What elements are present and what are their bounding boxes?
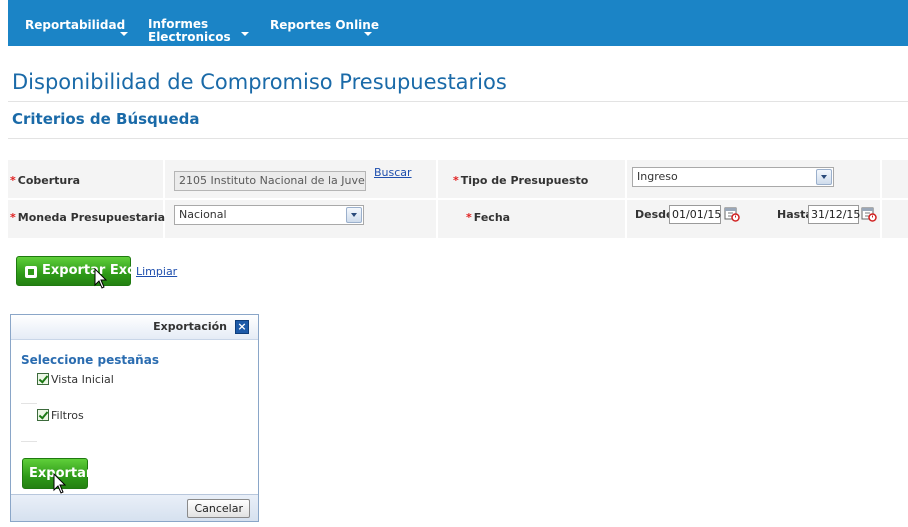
dropdown-arrow-icon[interactable] (346, 207, 362, 223)
title-divider (8, 101, 908, 102)
checkbox-vista-inicial[interactable] (37, 373, 49, 385)
option-filtros[interactable]: Filtros (37, 409, 84, 422)
moneda-select[interactable]: Nacional (174, 205, 364, 225)
desde-date-input[interactable]: 01/01/15 (669, 205, 721, 224)
column-separator (163, 160, 165, 238)
tipo-presupuesto-value: Ingreso (637, 170, 678, 183)
moneda-label: * Moneda Presupuestaria (10, 211, 166, 224)
calendar-icon[interactable] (724, 206, 740, 222)
nav-item-label: Reportes Online (270, 18, 379, 32)
checkbox-filtros[interactable] (37, 409, 49, 421)
column-separator (880, 160, 882, 238)
required-mark: * (466, 211, 472, 224)
top-navigation-bar: Reportabilidad Informes Electronicos Rep… (8, 0, 908, 46)
required-mark: * (10, 211, 16, 224)
column-separator (625, 160, 627, 238)
option-label: Filtros (51, 409, 84, 422)
section-title: Criterios de Búsqueda (12, 110, 200, 128)
limpiar-link[interactable]: Limpiar (136, 265, 177, 278)
export-excel-button[interactable]: Exportar Excel (16, 256, 148, 286)
option-divider (21, 403, 37, 404)
mouse-cursor-icon (94, 268, 108, 289)
page-title: Disponibilidad de Compromiso Presupuesta… (12, 70, 507, 94)
cancel-button[interactable]: Cancelar (187, 499, 250, 518)
close-icon[interactable]: × (235, 320, 249, 334)
required-mark: * (10, 174, 16, 187)
calendar-icon[interactable] (861, 206, 877, 222)
dialog-footer: Cancelar (11, 494, 258, 521)
required-mark: * (453, 174, 459, 187)
option-divider (21, 441, 37, 442)
export-dialog: Exportación × Seleccione pestañas Vista … (10, 314, 259, 522)
section-divider (8, 138, 908, 139)
chevron-down-icon[interactable] (120, 32, 128, 36)
chevron-down-icon[interactable] (364, 32, 372, 36)
row-separator (8, 198, 908, 200)
excel-icon (25, 266, 37, 278)
mouse-cursor-icon (53, 473, 67, 494)
tipo-presupuesto-label: * Tipo de Presupuesto (453, 174, 589, 187)
column-separator (436, 160, 438, 238)
cobertura-label: * Cobertura (10, 174, 81, 187)
desde-label: Desde (635, 208, 674, 221)
chevron-down-icon[interactable] (241, 32, 249, 36)
nav-item-label-line2: Electronicos (148, 30, 231, 44)
dropdown-arrow-icon[interactable] (816, 169, 832, 185)
nav-item-informes-electronicos[interactable]: Informes Electronicos (148, 18, 231, 44)
cobertura-field[interactable]: 2105 Instituto Nacional de la Juventud; (174, 171, 366, 191)
buscar-link[interactable]: Buscar (374, 166, 412, 179)
option-label: Vista Inicial (51, 373, 114, 386)
hasta-date-input[interactable]: 31/12/15 (808, 205, 860, 224)
dialog-title: Exportación (153, 320, 227, 333)
moneda-value: Nacional (179, 208, 227, 221)
tipo-presupuesto-select[interactable]: Ingreso (632, 167, 834, 187)
nav-item-label: Reportabilidad (25, 18, 126, 32)
dialog-heading: Seleccione pestañas (21, 353, 159, 367)
fecha-label: * Fecha (466, 211, 511, 224)
option-vista-inicial[interactable]: Vista Inicial (37, 373, 114, 386)
nav-item-reportes-online[interactable]: Reportes Online (270, 19, 379, 32)
dialog-header: Exportación × (11, 315, 258, 340)
nav-item-reportabilidad[interactable]: Reportabilidad (25, 19, 125, 32)
